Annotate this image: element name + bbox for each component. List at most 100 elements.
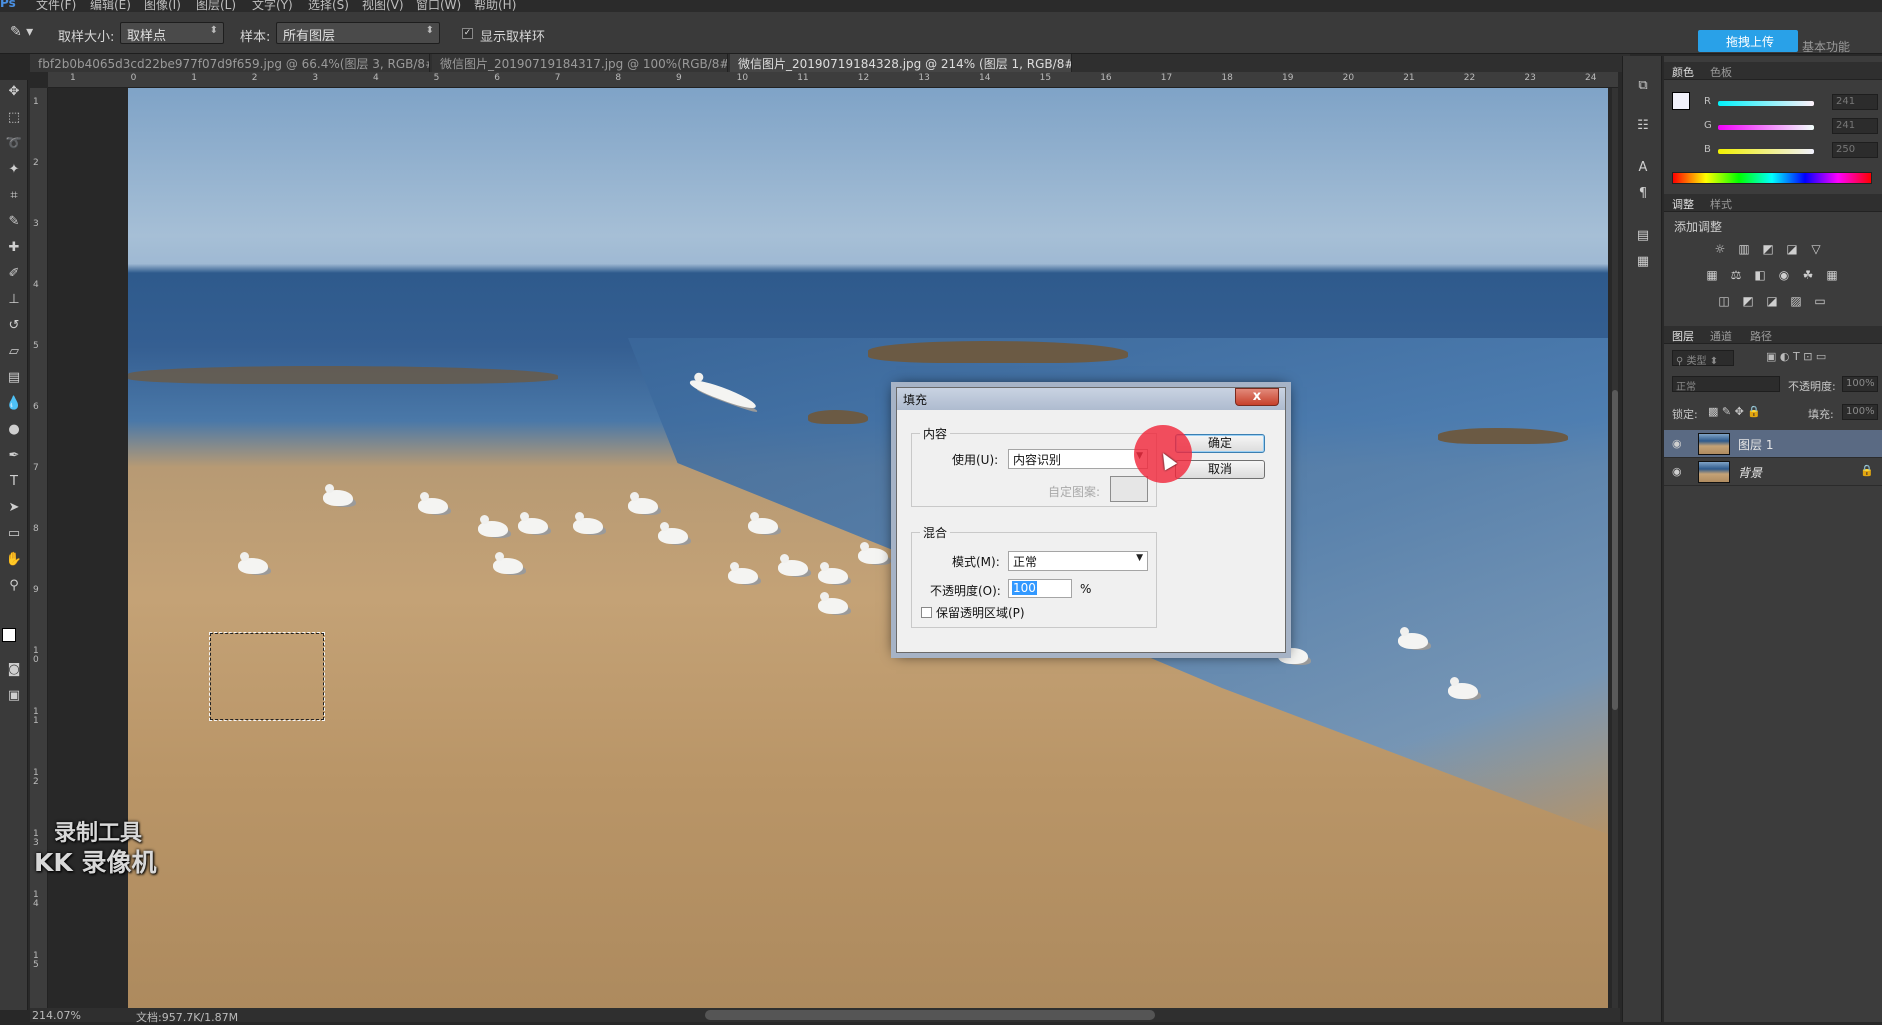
- color-spectrum[interactable]: [1672, 172, 1872, 184]
- posterize-icon[interactable]: ◩: [1740, 294, 1756, 308]
- history-brush-icon[interactable]: ↺: [4, 316, 24, 336]
- dialog-titlebar[interactable]: 填充: [897, 388, 1285, 410]
- healing-tool-icon[interactable]: ✚: [4, 238, 24, 258]
- lock-icons[interactable]: ▩ ✎ ✥ 🔒: [1708, 405, 1761, 418]
- gradient-tool-icon[interactable]: ▤: [4, 368, 24, 388]
- layer-name[interactable]: 背景: [1738, 464, 1762, 481]
- use-value: 内容识别: [1013, 453, 1062, 467]
- curves-icon[interactable]: ◩: [1760, 242, 1776, 256]
- layer-filter-icons[interactable]: ▣ ◐ T ⊡ ▭: [1766, 350, 1826, 363]
- ruler-tick-label: 15: [1039, 73, 1052, 83]
- green-track[interactable]: [1718, 125, 1814, 130]
- adjust-panel-tabs: 调整 样式: [1664, 194, 1882, 212]
- red-track[interactable]: [1718, 101, 1814, 106]
- ps-logo-icon[interactable]: Ps: [0, 0, 16, 10]
- color-balance-icon[interactable]: ⚖: [1728, 268, 1744, 282]
- type-tool-icon[interactable]: T: [4, 472, 24, 492]
- blur-tool-icon[interactable]: 💧: [4, 394, 24, 414]
- preserve-transparency-checkbox[interactable]: [921, 607, 932, 618]
- hand-tool-icon[interactable]: ✋: [4, 550, 24, 570]
- properties-panel-icon[interactable]: ☷: [1634, 118, 1652, 134]
- character-panel-icon[interactable]: A: [1634, 160, 1652, 176]
- quick-mask-icon[interactable]: ◙: [4, 660, 24, 680]
- tab-color[interactable]: 颜色: [1672, 64, 1694, 80]
- mode-select[interactable]: 正常 ▼: [1008, 551, 1148, 571]
- history-panel-icon[interactable]: ⧉: [1634, 78, 1652, 94]
- path-select-icon[interactable]: ➤: [4, 498, 24, 518]
- workspace-select[interactable]: 基本功能: [1802, 38, 1850, 55]
- document-image[interactable]: [128, 88, 1608, 1013]
- tab-adjustments[interactable]: 调整: [1672, 196, 1694, 212]
- zoom-level[interactable]: 214.07%: [32, 1009, 81, 1022]
- vibrance-icon[interactable]: ▽: [1808, 242, 1824, 256]
- dialog-close-button[interactable]: x: [1235, 388, 1279, 406]
- green-value[interactable]: 241: [1832, 118, 1878, 134]
- layer-row[interactable]: ◉ 背景 🔒: [1664, 458, 1882, 486]
- brush-tool-icon[interactable]: ✐: [4, 264, 24, 284]
- levels-icon[interactable]: ▥: [1736, 242, 1752, 256]
- red-value[interactable]: 241: [1832, 94, 1878, 110]
- lasso-tool-icon[interactable]: ➰: [4, 134, 24, 154]
- paragraph-panel-icon[interactable]: ¶: [1634, 186, 1652, 202]
- dodge-tool-icon[interactable]: ●: [4, 420, 24, 440]
- red-slider[interactable]: R 241: [1704, 94, 1878, 110]
- tab-channels[interactable]: 通道: [1710, 328, 1732, 344]
- invert-icon[interactable]: ◫: [1716, 294, 1732, 308]
- marquee-tool-icon[interactable]: ⬚: [4, 108, 24, 128]
- ruler-tick-label: 1 2: [33, 768, 39, 787]
- layer-name[interactable]: 图层 1: [1738, 436, 1773, 453]
- eyedropper-tool-icon[interactable]: ✎: [4, 212, 24, 232]
- foreground-color-swatch[interactable]: [2, 628, 16, 642]
- tab-doc-1[interactable]: fbf2b0b4065d3cd22be977f07d9f659.jpg @ 66…: [30, 54, 430, 72]
- layer-fill-field[interactable]: 100%: [1842, 404, 1878, 420]
- blue-value[interactable]: 250: [1832, 142, 1878, 158]
- screen-mode-icon[interactable]: ▣: [4, 686, 24, 706]
- tab-swatches[interactable]: 色板: [1710, 64, 1732, 80]
- photo-filter-icon[interactable]: ◉: [1776, 268, 1792, 282]
- selective-color-icon[interactable]: ▨: [1788, 294, 1804, 308]
- pen-tool-icon[interactable]: ✒: [4, 446, 24, 466]
- upload-button[interactable]: 拖拽上传: [1698, 30, 1798, 52]
- gradient-map-icon[interactable]: ▭: [1812, 294, 1828, 308]
- tab-doc-3[interactable]: 微信图片_20190719184328.jpg @ 214% (图层 1, RG…: [730, 54, 1072, 72]
- tab-layers[interactable]: 图层: [1672, 328, 1694, 344]
- channel-mixer-icon[interactable]: ☘: [1800, 268, 1816, 282]
- exposure-icon[interactable]: ◪: [1784, 242, 1800, 256]
- magic-wand-icon[interactable]: ✦: [4, 160, 24, 180]
- crop-tool-icon[interactable]: ⌗: [4, 186, 24, 206]
- blue-slider[interactable]: B 250: [1704, 142, 1878, 158]
- layer-opacity-field[interactable]: 100%: [1842, 376, 1878, 392]
- fg-color-swatch[interactable]: [1672, 92, 1690, 110]
- notes-panel-icon[interactable]: ▦: [1634, 254, 1652, 270]
- sample-select[interactable]: 所有图层: [276, 22, 440, 44]
- blue-track[interactable]: [1718, 149, 1814, 154]
- move-tool-icon[interactable]: ✥: [4, 82, 24, 102]
- threshold-icon[interactable]: ◪: [1764, 294, 1780, 308]
- tab-doc-2[interactable]: 微信图片_20190719184317.jpg @ 100%(RGB/8#) ×: [432, 54, 728, 72]
- vertical-scroll-thumb[interactable]: [1612, 390, 1618, 710]
- blend-mode-select[interactable]: 正常: [1672, 376, 1780, 393]
- layer-row[interactable]: ◉ 图层 1: [1664, 430, 1882, 458]
- brightness-icon[interactable]: ☼: [1712, 242, 1728, 256]
- hue-icon[interactable]: ▦: [1704, 268, 1720, 282]
- eraser-tool-icon[interactable]: ▱: [4, 342, 24, 362]
- selection-marquee[interactable]: [209, 632, 325, 721]
- stamp-tool-icon[interactable]: ⊥: [4, 290, 24, 310]
- visibility-eye-icon[interactable]: ◉: [1672, 465, 1682, 478]
- layer-kind-filter[interactable]: ⚲ 类型 ⬍: [1672, 350, 1734, 367]
- green-slider[interactable]: G 241: [1704, 118, 1878, 134]
- bw-icon[interactable]: ◧: [1752, 268, 1768, 282]
- horizontal-scroll-thumb[interactable]: [705, 1010, 1155, 1020]
- zoom-tool-icon[interactable]: ⚲: [4, 576, 24, 596]
- opacity-input[interactable]: 100: [1008, 579, 1072, 598]
- tab-paths[interactable]: 路径: [1750, 328, 1772, 344]
- eyedropper-icon[interactable]: ✎ ▾: [10, 24, 33, 40]
- use-select[interactable]: 内容识别▼: [1008, 449, 1148, 469]
- tab-styles[interactable]: 样式: [1710, 196, 1732, 212]
- visibility-eye-icon[interactable]: ◉: [1672, 437, 1682, 450]
- sample-size-select[interactable]: 取样点: [120, 22, 224, 44]
- color-lookup-icon[interactable]: ▦: [1824, 268, 1840, 282]
- layer-comps-icon[interactable]: ▤: [1634, 228, 1652, 244]
- show-ring-checkbox[interactable]: ✓: [462, 28, 473, 39]
- shape-tool-icon[interactable]: ▭: [4, 524, 24, 544]
